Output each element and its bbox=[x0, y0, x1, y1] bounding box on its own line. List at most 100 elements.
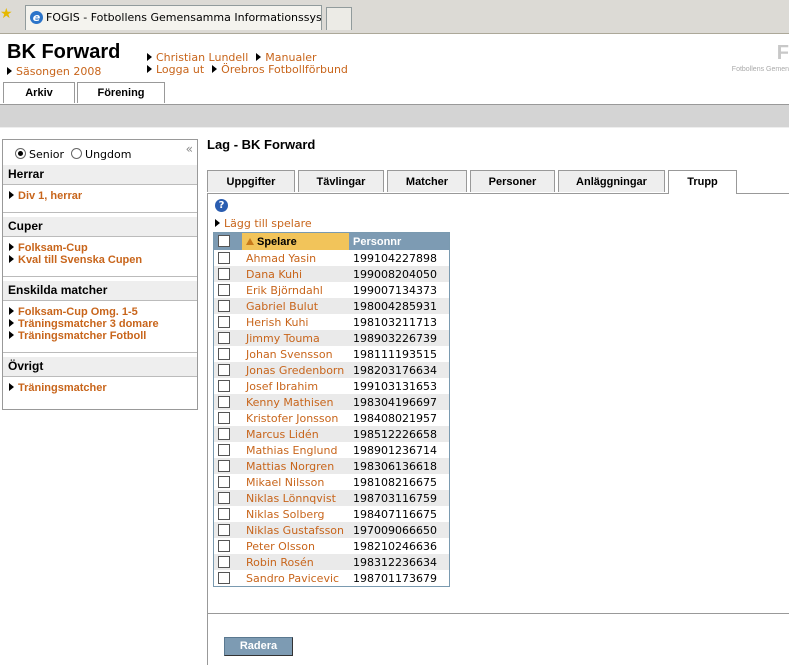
player-name-link[interactable]: Johan Svensson bbox=[242, 346, 349, 362]
row-checkbox[interactable] bbox=[218, 427, 230, 440]
player-name-link[interactable]: Dana Kuhi bbox=[242, 266, 349, 282]
association-link[interactable]: Örebros Fotbollförbund bbox=[221, 63, 348, 76]
help-icon[interactable]: ? bbox=[215, 199, 228, 212]
sidebar-item[interactable]: Div 1, herrar bbox=[9, 190, 197, 202]
delete-button[interactable]: Radera bbox=[224, 637, 293, 656]
tab-anlaggningar[interactable]: Anläggningar bbox=[558, 170, 665, 192]
player-name-link[interactable]: Sandro Pavicevic bbox=[242, 570, 349, 587]
table-row: Peter Olsson 198210246636 bbox=[213, 538, 450, 554]
sidebar-section-herrar: Herrar Div 1, herrar bbox=[3, 165, 197, 202]
column-header-spelare[interactable]: Spelare bbox=[242, 232, 349, 250]
row-checkbox[interactable] bbox=[218, 475, 230, 488]
row-select-cell bbox=[213, 554, 242, 570]
sidebar-item[interactable]: Träningsmatcher bbox=[9, 382, 197, 394]
sidebar-item[interactable]: Kval till Svenska Cupen bbox=[9, 254, 197, 266]
row-select-cell bbox=[213, 362, 242, 378]
double-chevron-left-icon[interactable]: « bbox=[186, 142, 193, 156]
arrow-right-icon bbox=[9, 319, 14, 327]
arrow-right-icon bbox=[256, 53, 262, 61]
nav-arkiv[interactable]: Arkiv bbox=[3, 82, 75, 103]
player-name-link[interactable]: Niklas Lönnqvist bbox=[242, 490, 349, 506]
table-row: Erik Björndahl 199007134373 bbox=[213, 282, 450, 298]
player-name-link[interactable]: Ahmad Yasin bbox=[242, 250, 349, 266]
nav-forening[interactable]: Förening bbox=[77, 82, 165, 103]
column-header-personnr[interactable]: Personnr bbox=[349, 232, 450, 250]
row-checkbox[interactable] bbox=[218, 555, 230, 568]
table-row: Jimmy Touma 198903226739 bbox=[213, 330, 450, 346]
radio-ungdom-label: Ungdom bbox=[85, 148, 132, 161]
row-checkbox[interactable] bbox=[218, 443, 230, 456]
player-name-link[interactable]: Josef Ibrahim bbox=[242, 378, 349, 394]
row-checkbox[interactable] bbox=[218, 347, 230, 360]
player-name-link[interactable]: Niklas Gustafsson bbox=[242, 522, 349, 538]
player-name-link[interactable]: Niklas Solberg bbox=[242, 506, 349, 522]
player-name-link[interactable]: Mathias Englund bbox=[242, 442, 349, 458]
player-name-link[interactable]: Kenny Mathisen bbox=[242, 394, 349, 410]
sort-ascending-icon bbox=[246, 237, 254, 245]
row-checkbox[interactable] bbox=[218, 507, 230, 520]
radio-ungdom[interactable] bbox=[71, 148, 83, 159]
player-name-link[interactable]: Gabriel Bulut bbox=[242, 298, 349, 314]
player-name-link[interactable]: Robin Rosén bbox=[242, 554, 349, 570]
divider bbox=[3, 212, 197, 213]
player-name-link[interactable]: Kristofer Jonsson bbox=[242, 410, 349, 426]
player-name-link[interactable]: Marcus Lidén bbox=[242, 426, 349, 442]
row-checkbox[interactable] bbox=[218, 395, 230, 408]
player-name-link[interactable]: Herish Kuhi bbox=[242, 314, 349, 330]
player-name-link[interactable]: Peter Olsson bbox=[242, 538, 349, 554]
sidebar-section-title: Herrar bbox=[3, 165, 197, 185]
tab-uppgifter[interactable]: Uppgifter bbox=[207, 170, 295, 192]
logout-link[interactable]: Logga ut bbox=[156, 63, 204, 76]
sidebar-item[interactable]: Träningsmatcher Fotboll bbox=[9, 330, 197, 342]
browser-tab[interactable]: e FOGIS - Fotbollens Gemensamma Informat… bbox=[25, 5, 322, 30]
select-all-checkbox[interactable] bbox=[218, 235, 230, 247]
row-checkbox[interactable] bbox=[218, 331, 230, 344]
row-checkbox[interactable] bbox=[218, 315, 230, 328]
tab-matcher[interactable]: Matcher bbox=[387, 170, 467, 192]
sidebar-section-title: Cuper bbox=[3, 217, 197, 237]
player-name-link[interactable]: Jimmy Touma bbox=[242, 330, 349, 346]
player-personnr: 199103131653 bbox=[349, 378, 450, 394]
tab-personer[interactable]: Personer bbox=[470, 170, 555, 192]
sidebar-item-label: Träningsmatcher Fotboll bbox=[18, 330, 147, 342]
row-checkbox[interactable] bbox=[218, 299, 230, 312]
row-checkbox[interactable] bbox=[218, 411, 230, 424]
new-tab-button[interactable] bbox=[326, 7, 352, 30]
player-name-link[interactable]: Mattias Norgren bbox=[242, 458, 349, 474]
arrow-right-icon bbox=[9, 383, 14, 391]
row-checkbox[interactable] bbox=[218, 267, 230, 280]
radio-senior[interactable] bbox=[15, 148, 26, 159]
row-checkbox[interactable] bbox=[218, 251, 230, 264]
row-select-cell bbox=[213, 266, 242, 282]
player-name-link[interactable]: Erik Björndahl bbox=[242, 282, 349, 298]
table-row: Ahmad Yasin 199104227898 bbox=[213, 250, 450, 266]
row-checkbox[interactable] bbox=[218, 283, 230, 296]
row-checkbox[interactable] bbox=[218, 491, 230, 504]
sidebar-item[interactable]: Träningsmatcher 3 domare bbox=[9, 318, 197, 330]
favorites-star-icon[interactable]: ★ bbox=[0, 6, 13, 22]
row-checkbox[interactable] bbox=[218, 459, 230, 472]
sidebar-item[interactable]: Folksam-Cup Omg. 1-5 bbox=[9, 306, 197, 318]
row-checkbox[interactable] bbox=[218, 571, 230, 584]
row-select-cell bbox=[213, 538, 242, 554]
row-select-cell bbox=[213, 250, 242, 266]
row-checkbox[interactable] bbox=[218, 379, 230, 392]
arrow-right-icon bbox=[9, 191, 14, 199]
row-checkbox[interactable] bbox=[218, 363, 230, 376]
sidebar-section-enskilda: Enskilda matcher Folksam-Cup Omg. 1-5 Tr… bbox=[3, 281, 197, 342]
sidebar-section-title: Övrigt bbox=[3, 357, 197, 377]
player-name-link[interactable]: Jonas Gredenborn bbox=[242, 362, 349, 378]
row-checkbox[interactable] bbox=[218, 523, 230, 536]
player-name-link[interactable]: Mikael Nilsson bbox=[242, 474, 349, 490]
add-player-link[interactable]: Lägg till spelare bbox=[215, 217, 312, 230]
logo-letter: F bbox=[776, 42, 789, 64]
logo-subtitle: Fotbollens Gemen bbox=[731, 66, 789, 73]
player-personnr: 198108216675 bbox=[349, 474, 450, 490]
tab-tavlingar[interactable]: Tävlingar bbox=[298, 170, 384, 192]
sidebar-item-label: Träningsmatcher 3 domare bbox=[18, 318, 159, 330]
tab-trupp[interactable]: Trupp bbox=[668, 170, 737, 194]
season-link[interactable]: Säsongen 2008 bbox=[7, 65, 101, 78]
sidebar-item[interactable]: Folksam-Cup bbox=[9, 242, 197, 254]
club-name: BK Forward bbox=[7, 41, 121, 63]
row-checkbox[interactable] bbox=[218, 539, 230, 552]
